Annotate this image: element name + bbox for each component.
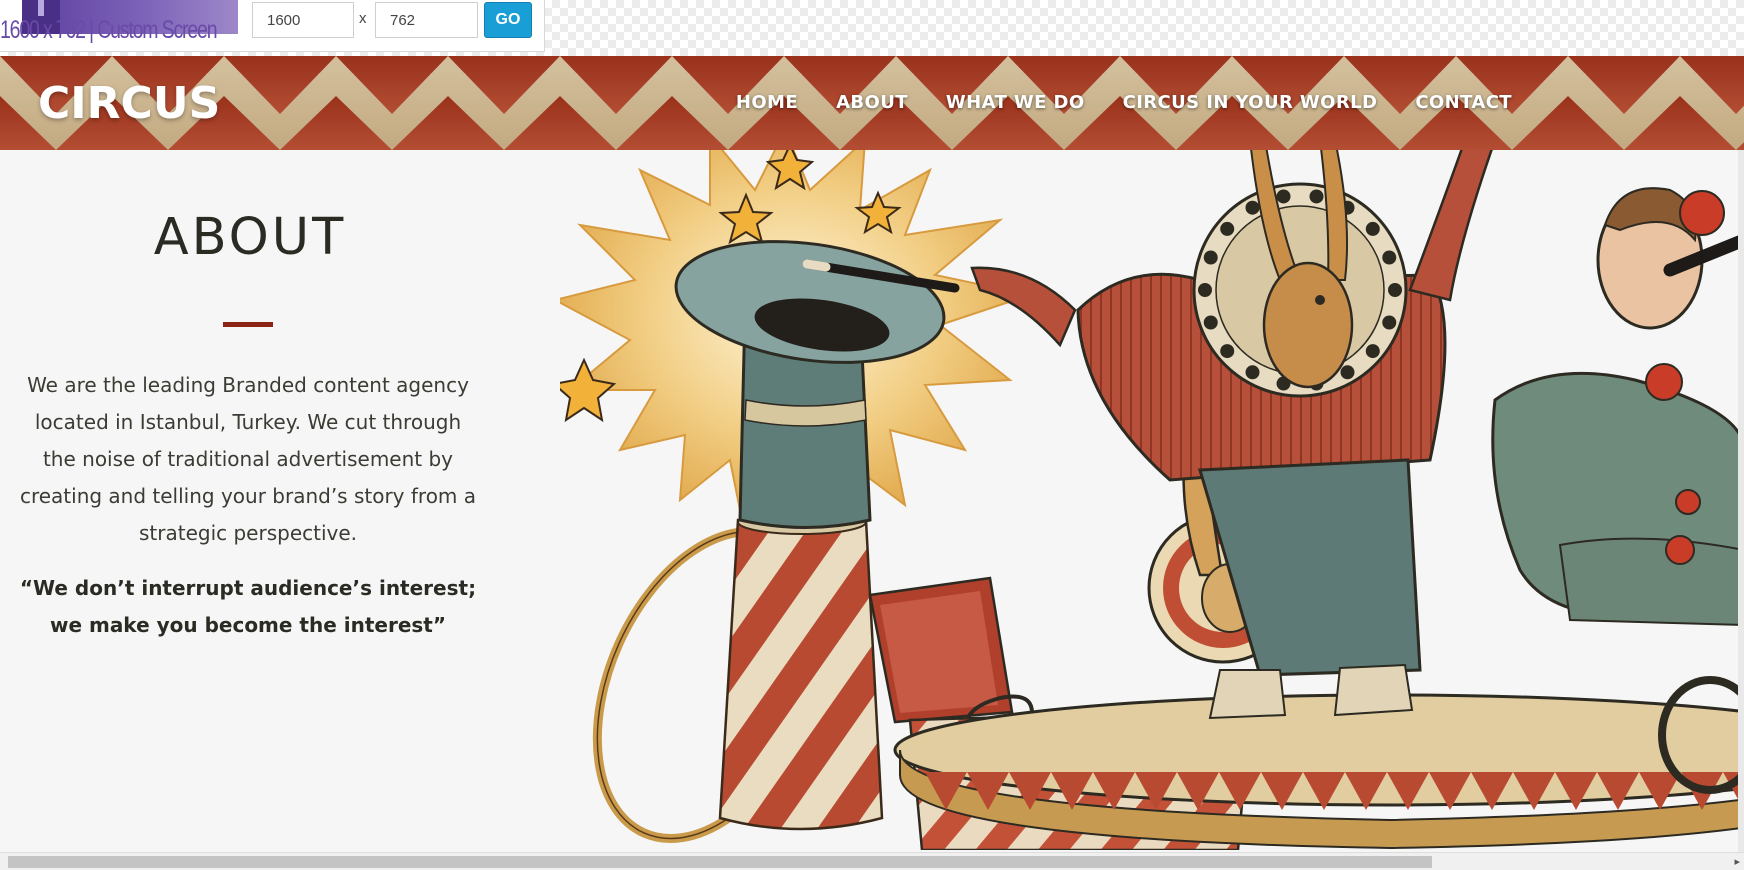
vertical-scrollbar[interactable] [1738, 150, 1744, 852]
nav-what-we-do[interactable]: WHAT WE DO [946, 92, 1085, 113]
nav-contact[interactable]: CONTACT [1415, 92, 1512, 113]
about-quote: “We don’t interrupt audience’s interest;… [19, 576, 477, 637]
striped-pedestal [718, 509, 884, 831]
width-input[interactable] [252, 2, 354, 38]
responsive-tester-toolbar: 1600 x 762 | Custom Screen x GO [0, 0, 1744, 56]
nav-about[interactable]: ABOUT [836, 92, 908, 113]
site-logo[interactable]: CIRCUS [38, 78, 220, 129]
site-header: CIRCUS HOME ABOUT WHAT WE DO CIRCUS IN Y… [0, 56, 1744, 150]
chevron-right-icon[interactable]: ▸ [1734, 855, 1740, 868]
about-description: We are the leading Branded content agenc… [19, 373, 477, 545]
nav-circus-in-your-world[interactable]: CIRCUS IN YOUR WORLD [1123, 92, 1378, 113]
about-heading: ABOUT [153, 208, 347, 267]
heading-divider [223, 322, 273, 327]
scroll-thumb[interactable] [8, 856, 1432, 868]
horizontal-scrollbar[interactable]: ▸ [0, 852, 1744, 870]
dimension-separator: x [359, 10, 367, 27]
resolution-label: 1600 x 762 | Custom Screen [0, 16, 218, 44]
circus-illustration [560, 150, 1744, 850]
resolution-panel: 1600 x 762 | Custom Screen x GO [0, 0, 545, 52]
about-section: ABOUT We are the leading Branded content… [0, 150, 500, 850]
go-button[interactable]: GO [484, 2, 532, 38]
main-navigation: HOME ABOUT WHAT WE DO CIRCUS IN YOUR WOR… [736, 92, 1512, 113]
height-input[interactable] [375, 2, 478, 38]
nav-home[interactable]: HOME [736, 92, 798, 113]
circus-stage [893, 693, 1744, 850]
